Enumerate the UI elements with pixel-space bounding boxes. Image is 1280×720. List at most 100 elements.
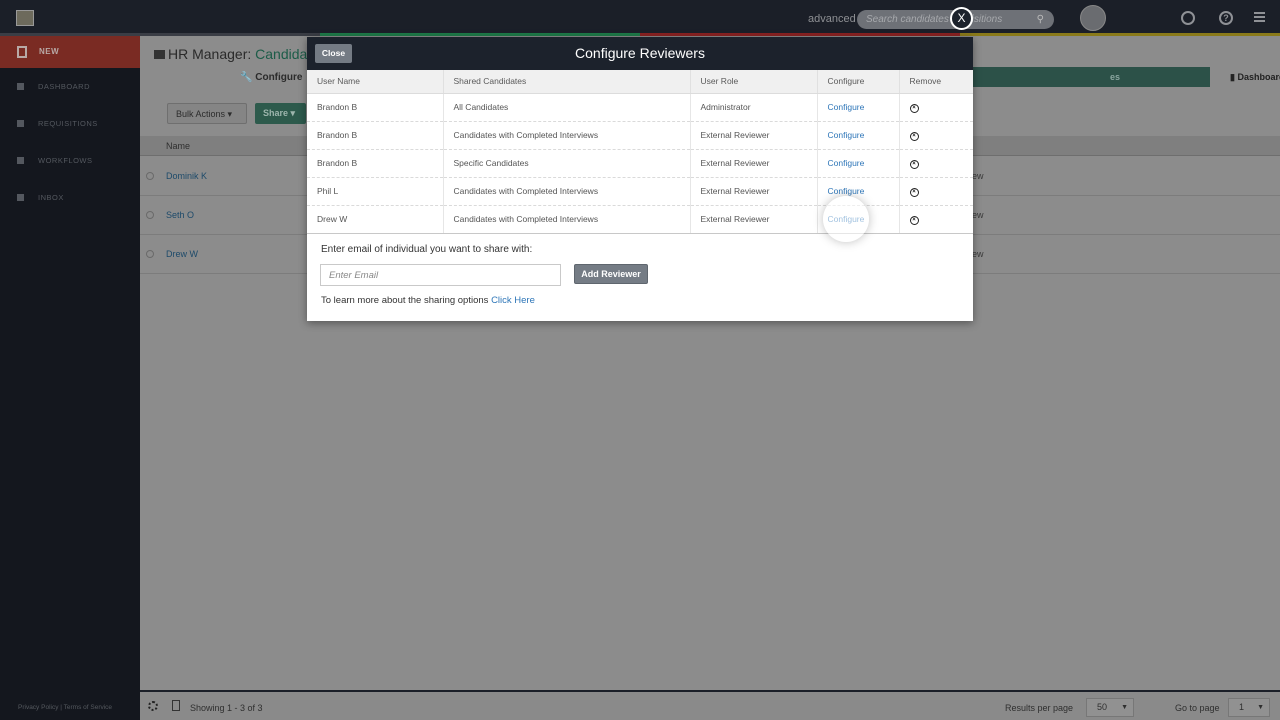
wrench-icon: 🔧 — [240, 72, 253, 83]
page-title-accent: Candidat — [255, 46, 312, 62]
remove-cell: × — [899, 121, 973, 150]
caret-down-icon: ▼ — [1257, 704, 1264, 711]
sidebar-item-label: INBOX — [38, 193, 64, 202]
configure-link[interactable]: Configure — [817, 121, 900, 150]
row-checkbox[interactable] — [146, 172, 154, 180]
remove-icon[interactable]: × — [909, 104, 919, 113]
remove-icon[interactable]: × — [909, 132, 919, 141]
shared-candidates: All Candidates — [443, 93, 691, 122]
column-user-name: User Name — [307, 70, 444, 94]
email-field[interactable] — [320, 264, 561, 286]
table-row: Phil L Candidates with Completed Intervi… — [307, 177, 973, 206]
results-per-page-select[interactable]: 50 ▼ — [1086, 698, 1134, 717]
caret-down-icon: ▼ — [1121, 704, 1128, 711]
document-icon — [17, 120, 24, 127]
close-icon[interactable]: X — [950, 7, 973, 30]
sidebar-item-label: NEW — [39, 47, 60, 56]
remove-icon[interactable]: × — [909, 160, 919, 169]
new-document-icon — [17, 46, 27, 58]
step-candidates[interactable] — [970, 67, 1210, 87]
row-cell: ew — [972, 249, 984, 259]
go-to-page-select[interactable]: 1 ▼ — [1228, 698, 1270, 717]
go-to-page-label: Go to page — [1175, 703, 1220, 713]
sidebar-item-workflows[interactable]: WORKFLOWS — [0, 142, 140, 179]
user-name: Drew W — [307, 205, 444, 234]
remove-icon[interactable]: × — [909, 216, 919, 225]
remove-cell: × — [899, 93, 973, 122]
gear-icon[interactable] — [148, 701, 158, 711]
tab-configure[interactable]: 🔧 Configure — [240, 72, 302, 83]
column-configure: Configure — [817, 70, 900, 94]
click-here-link[interactable]: Click Here — [491, 295, 535, 306]
column-remove: Remove — [899, 70, 973, 94]
column-user-role: User Role — [690, 70, 818, 94]
sidebar-item-inbox[interactable]: INBOX — [0, 179, 140, 216]
remove-cell: × — [899, 205, 973, 234]
add-reviewer-button[interactable]: Add Reviewer — [574, 264, 648, 284]
user-name: Brandon B — [307, 149, 444, 178]
bar-chart-icon: ▮ — [1230, 72, 1235, 82]
user-role: External Reviewer — [690, 149, 818, 178]
workflow-steps: es ▮ Dashboard — [970, 67, 1280, 87]
sidebar-item-label: DASHBOARD — [38, 82, 91, 91]
globe-icon[interactable] — [1181, 11, 1195, 25]
sidebar-item-dashboard[interactable]: DASHBOARD — [0, 68, 140, 105]
app-logo[interactable] — [16, 10, 34, 26]
footer-bar: Showing 1 - 3 of 3 Results per page 50 ▼… — [140, 690, 1280, 720]
shared-candidates: Candidates with Completed Interviews — [443, 121, 691, 150]
close-button[interactable]: Close — [315, 44, 352, 63]
showing-count: Showing 1 - 3 of 3 — [190, 703, 263, 713]
search-placeholder: Search candidates requisitions — [866, 14, 1003, 25]
envelope-icon — [17, 194, 24, 201]
table-row: Brandon B All Candidates Administrator C… — [307, 93, 973, 122]
shared-candidates: Specific Candidates — [443, 149, 691, 178]
step-dashboard[interactable]: ▮ Dashboard — [1210, 67, 1280, 87]
briefcase-icon — [154, 50, 165, 59]
row-checkbox[interactable] — [146, 211, 154, 219]
results-per-page-label: Results per page — [1005, 703, 1074, 713]
advanced-search-link[interactable]: advanced — [808, 13, 856, 25]
top-bar: advanced Search candidates requisitions … — [0, 0, 1280, 36]
sidebar-item-requisitions[interactable]: REQUISITIONS — [0, 105, 140, 142]
sidebar-item-new[interactable]: NEW — [0, 36, 140, 68]
sidebar: NEW DASHBOARD REQUISITIONS WORKFLOWS INB… — [0, 36, 140, 720]
user-avatar[interactable] — [1080, 5, 1106, 31]
search-icon[interactable]: ⚲ — [1037, 10, 1044, 29]
column-name[interactable]: Name — [166, 141, 190, 151]
user-role: External Reviewer — [690, 177, 818, 206]
user-name: Phil L — [307, 177, 444, 206]
candidate-name[interactable]: Drew W — [166, 249, 198, 259]
row-cell: ew — [972, 210, 984, 220]
page-title: HR Manager: Candidat — [154, 46, 311, 62]
table-row: Brandon B Specific Candidates External R… — [307, 149, 973, 178]
caret-down-icon: ▾ — [290, 108, 296, 118]
user-role: External Reviewer — [690, 121, 818, 150]
workflow-icon — [17, 157, 24, 164]
legal-links[interactable]: Privacy Policy | Terms of Service — [18, 704, 112, 711]
row-cell: ew — [972, 171, 984, 181]
remove-cell: × — [899, 149, 973, 178]
menu-icon[interactable] — [1254, 12, 1265, 23]
table-row: Brandon B Candidates with Completed Inte… — [307, 121, 973, 150]
candidate-name[interactable]: Dominik K — [166, 171, 207, 181]
configure-link[interactable]: Configure — [817, 149, 900, 178]
shared-candidates: Candidates with Completed Interviews — [443, 205, 691, 234]
user-role: External Reviewer — [690, 205, 818, 234]
user-name: Brandon B — [307, 121, 444, 150]
configure-link[interactable]: Configure — [817, 177, 900, 206]
configure-link[interactable]: Configure — [817, 205, 900, 234]
table-row: Drew W Candidates with Completed Intervi… — [307, 205, 973, 234]
caret-down-icon: ▾ — [227, 109, 233, 119]
configure-reviewers-modal: Configure Reviewers Close User Name Shar… — [307, 37, 973, 321]
share-dropdown[interactable]: Share ▾ — [255, 103, 306, 124]
row-checkbox[interactable] — [146, 250, 154, 258]
user-role: Administrator — [690, 93, 818, 122]
bar-chart-icon — [17, 83, 24, 90]
candidate-name[interactable]: Seth O — [166, 210, 194, 220]
bulk-actions-dropdown[interactable]: Bulk Actions ▾ — [167, 103, 247, 124]
help-icon[interactable]: ? — [1219, 11, 1233, 25]
document-icon[interactable] — [172, 700, 180, 711]
configure-link[interactable]: Configure — [817, 93, 900, 122]
remove-icon[interactable]: × — [909, 188, 919, 197]
share-email-label: Enter email of individual you want to sh… — [321, 244, 533, 255]
